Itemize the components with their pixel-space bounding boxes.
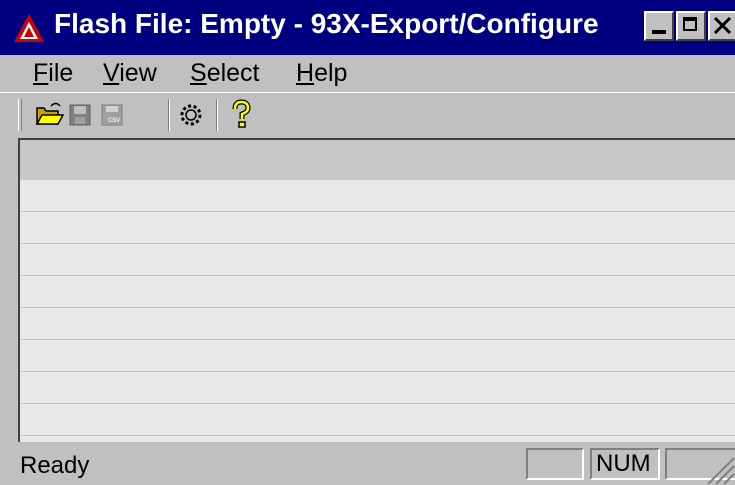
list-row[interactable]	[20, 372, 735, 404]
maximize-icon[interactable]	[676, 11, 706, 41]
toolbar-separator	[216, 99, 218, 131]
open-folder-icon[interactable]	[34, 98, 65, 130]
menu-help[interactable]: Help	[296, 59, 347, 88]
menu-select[interactable]: Select	[190, 59, 260, 88]
list-row[interactable]	[20, 212, 735, 244]
status-panel	[526, 448, 584, 480]
title-bar[interactable]: Flash File: Empty - 93X-Export/Configure	[0, 0, 735, 55]
menu-view-label: iew	[119, 59, 157, 87]
list-row[interactable]	[20, 404, 735, 436]
save-icon[interactable]	[66, 98, 96, 130]
menu-view[interactable]: View	[103, 59, 157, 88]
menu-select-label: elect	[206, 59, 260, 87]
status-text: Ready	[20, 452, 90, 479]
close-icon[interactable]	[708, 11, 735, 41]
list-header[interactable]	[20, 140, 735, 180]
menu-file-mnemonic: F	[33, 59, 49, 87]
toolbar-separator	[168, 99, 170, 131]
list-row[interactable]	[20, 276, 735, 308]
minimize-icon[interactable]	[644, 11, 674, 41]
close-x-glyph	[713, 16, 732, 35]
settings-gear-icon[interactable]	[176, 98, 206, 130]
menu-file-label: ile	[48, 59, 74, 87]
file-list[interactable]	[18, 138, 735, 442]
num-lock-indicator: NUM	[590, 448, 660, 480]
menu-help-label: elp	[314, 59, 348, 87]
help-icon[interactable]	[226, 98, 256, 130]
toolbar: csv	[0, 92, 735, 136]
toolbar-grip[interactable]	[18, 99, 22, 131]
list-row[interactable]	[20, 340, 735, 372]
menu-help-mnemonic: H	[296, 59, 315, 87]
window-title: Flash File: Empty - 93X-Export/Configure	[54, 8, 599, 39]
list-row[interactable]	[20, 308, 735, 340]
resize-grip-icon[interactable]	[700, 452, 735, 485]
status-bar: Ready NUM	[0, 442, 735, 485]
svg-text:csv: csv	[108, 115, 120, 124]
app-logo-icon	[14, 14, 44, 42]
menu-select-mnemonic: S	[190, 59, 207, 87]
menu-view-mnemonic: V	[103, 59, 120, 87]
export-csv-icon[interactable]: csv	[98, 98, 128, 130]
menu-file[interactable]: File	[33, 59, 73, 88]
list-row[interactable]	[20, 180, 735, 212]
menu-bar: File View Select Help	[0, 55, 735, 92]
list-row[interactable]	[20, 244, 735, 276]
